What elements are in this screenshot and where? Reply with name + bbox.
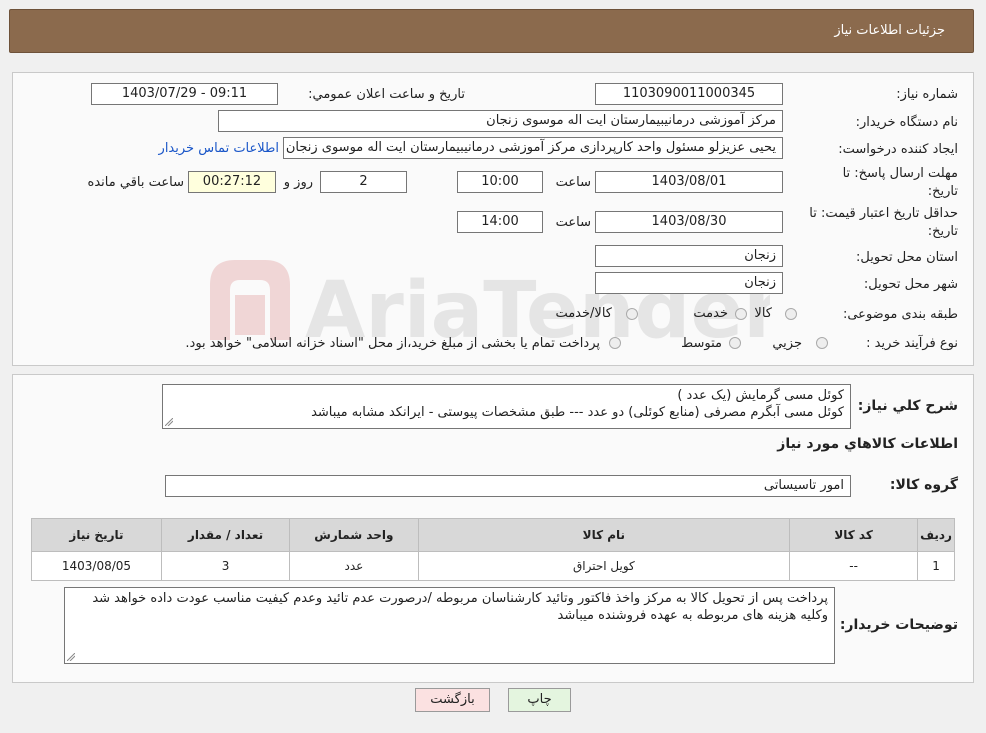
group-label: گروه کالا: <box>889 477 958 493</box>
creator-field: یحیی عزیزلو مسئول واحد کارپردازی مرکز آم… <box>283 137 783 159</box>
announce-field: 1403/07/29 - 09:11 <box>91 83 278 105</box>
goods-heading: اطلاعات کالاهاي مورد نياز <box>777 436 958 452</box>
city-field: زنجان <box>595 272 783 294</box>
col-date-header: تاریخ نیاز <box>31 518 162 552</box>
remaining-time-field: 00:27:12 <box>188 171 276 193</box>
province-label: استان محل تحويل: <box>856 250 958 265</box>
process-label: نوع فرآيند خريد : <box>866 336 958 351</box>
process-option-medium: متوسط <box>681 336 722 351</box>
summary-textarea[interactable]: کوئل مسی گرمایش (یک عدد ) کوئل مسی آبگرم… <box>162 384 851 429</box>
resize-grip-icon <box>67 653 75 661</box>
cell-qty: 3 <box>160 551 291 581</box>
table-row: 1 -- کویل احتراق عدد 3 1403/08/05 <box>31 551 955 581</box>
col-name-header: نام کالا <box>417 518 791 552</box>
summary-line-2: کوئل مسی آبگرم مصرفی (منابع کوئلی) دو عد… <box>311 405 844 420</box>
category-option-goods-service: کالا/خدمت <box>555 306 612 321</box>
summary-label: شرح کلي نياز: <box>857 398 958 414</box>
back-button[interactable]: بازگشت <box>415 688 490 712</box>
process-radio-medium[interactable] <box>729 337 741 349</box>
deadline-time-label: ساعت <box>555 175 591 190</box>
deadline-label-date: تاریخ: <box>927 184 958 199</box>
category-radio-goods[interactable] <box>785 308 797 320</box>
cell-unit: عدد <box>289 551 419 581</box>
validity-time-field: 14:00 <box>457 211 543 233</box>
buyer-contact-link[interactable]: اطلاعات تماس خريدار <box>159 141 279 156</box>
notes-text: پرداخت پس از تحویل کالا به مرکز واخذ فاک… <box>92 591 828 623</box>
validity-date-field: 1403/08/30 <box>595 211 783 233</box>
goods-table: رديف کد کالا نام کالا واحد شمارش تعداد /… <box>31 518 955 581</box>
days-field: 2 <box>320 171 407 193</box>
validity-label-date: تاریخ: <box>927 224 958 239</box>
process-checkbox-treasury[interactable] <box>609 337 621 349</box>
category-label: طبقه بندی موضوعی: <box>842 307 958 322</box>
group-field: امور تاسیساتی <box>165 475 851 497</box>
category-radio-service[interactable] <box>735 308 747 320</box>
col-row-header: رديف <box>917 518 955 552</box>
notes-label: توضيحات خريدار: <box>839 617 958 633</box>
remaining-time-label: ساعت باقي مانده <box>87 175 184 190</box>
process-radio-minor[interactable] <box>816 337 828 349</box>
col-unit-header: واحد شمارش <box>289 518 419 552</box>
need-number-field: 1103090011000345 <box>595 83 783 105</box>
page-title: جزئیات اطلاعات نیاز <box>834 23 945 38</box>
need-number-label: شماره نیاز: <box>896 87 958 102</box>
city-label: شهر محل تحويل: <box>863 277 958 292</box>
print-button[interactable]: چاپ <box>508 688 571 712</box>
deadline-label: مهلت ارسال پاسخ: تا <box>842 166 958 181</box>
creator-label: ايجاد کننده درخواست: <box>838 142 958 157</box>
cell-row: 1 <box>917 551 955 581</box>
province-field: زنجان <box>595 245 783 267</box>
days-label: روز و <box>283 175 313 190</box>
category-option-goods: کالا <box>754 306 772 321</box>
validity-time-label: ساعت <box>555 215 591 230</box>
deadline-time-field: 10:00 <box>457 171 543 193</box>
col-qty-header: تعداد / مقدار <box>160 518 291 552</box>
cell-code: -- <box>789 551 919 581</box>
process-note: پرداخت تمام يا بخشی از مبلغ خريد،از محل … <box>185 336 600 351</box>
cell-date: 1403/08/05 <box>31 551 162 581</box>
buyer-label: نام دستگاه خريدار: <box>855 115 958 130</box>
goods-table-header: رديف کد کالا نام کالا واحد شمارش تعداد /… <box>31 518 955 552</box>
cell-name: کویل احتراق <box>417 551 791 581</box>
deadline-date-field: 1403/08/01 <box>595 171 783 193</box>
process-option-minor: جزيي <box>772 336 802 351</box>
announce-label: تاریخ و ساعت اعلان عمومي: <box>308 87 465 102</box>
summary-line-1: کوئل مسی گرمایش (یک عدد ) <box>677 388 844 403</box>
notes-textarea[interactable]: پرداخت پس از تحویل کالا به مرکز واخذ فاک… <box>64 587 835 664</box>
page-header: جزئیات اطلاعات نیاز <box>9 9 974 53</box>
resize-grip-icon <box>165 418 173 426</box>
category-option-service: خدمت <box>693 306 728 321</box>
col-code-header: کد کالا <box>789 518 919 552</box>
validity-label: حداقل تاریخ اعتبار قیمت: تا <box>809 206 958 221</box>
buyer-field: مرکز آموزشی درمانیبیمارستان ایت اله موسو… <box>218 110 783 132</box>
category-radio-goods-service[interactable] <box>626 308 638 320</box>
